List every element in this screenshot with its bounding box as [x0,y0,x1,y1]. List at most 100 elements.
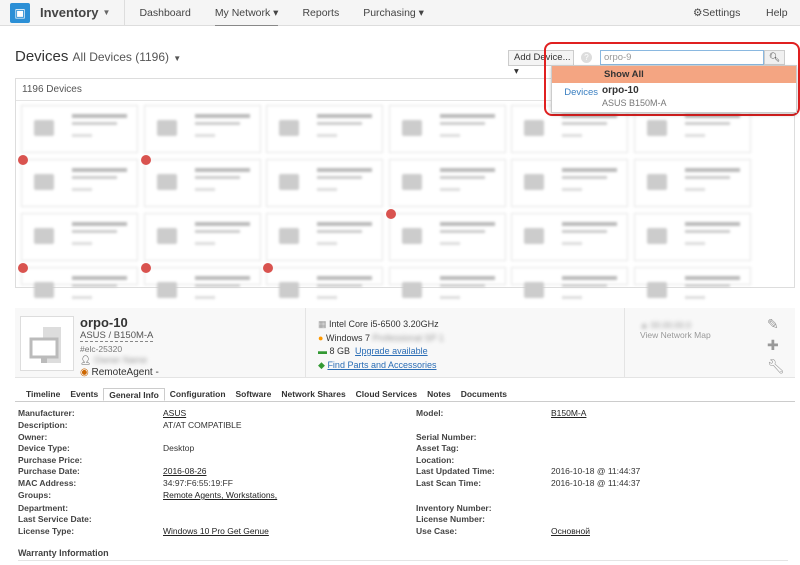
device-tile[interactable] [21,159,138,207]
alert-badge [263,263,273,273]
device-id: #elc-25320 [80,344,123,354]
result-category: Devices [564,87,598,98]
wrench-icon[interactable]: 🔧︎ [767,356,785,377]
settings-link[interactable]: ⚙Settings [693,0,740,26]
plus-icon[interactable]: ✚ [767,335,785,356]
field-value: 2016-10-18 @ 11:44:37 [551,478,641,488]
field-value: AT/AT COMPATIBLE [163,420,242,430]
device-tile[interactable] [633,213,751,261]
device-icon [524,282,544,298]
device-tile[interactable] [143,213,261,261]
help-link[interactable]: Help [766,0,788,26]
tab-network-shares[interactable]: Network Shares [276,388,350,401]
device-icon [279,120,299,136]
chevron-down-icon[interactable]: ▼ [103,8,111,17]
upgrade-link[interactable]: Upgrade available [355,346,428,356]
field-label: Serial Number: [416,432,477,442]
agent-label: RemoteAgent - [91,367,159,378]
nav-dashboard[interactable]: Dashboard [139,0,190,26]
device-tile[interactable] [388,105,506,153]
field-label: Purchase Price: [18,455,83,465]
device-tile[interactable] [266,105,383,153]
tab-documents[interactable]: Documents [456,388,512,401]
device-tile[interactable] [266,267,383,299]
cpu-icon: ▦ [318,319,327,329]
agent: ◉ RemoteAgent - [80,367,159,378]
alert-badge [385,209,396,219]
field-value[interactable]: Windows 10 Pro Get Genue [163,526,269,536]
device-tile[interactable] [633,267,751,299]
device-tile[interactable] [21,105,138,153]
field-value[interactable]: 2016-08-26 [163,466,206,476]
nav-label: My Network [214,6,271,19]
device-tile[interactable] [143,159,261,207]
field-label: License Type: [18,526,75,536]
device-tile[interactable] [388,213,506,261]
edit-icon[interactable]: ✎ [767,314,785,335]
field-label: MAC Address: [18,478,77,488]
tab-events[interactable]: Events [65,388,103,401]
app-title[interactable]: Inventory [40,5,99,20]
tab-cloud-services[interactable]: Cloud Services [351,388,422,401]
nav-purchasing[interactable]: Purchasing ▾ [363,0,424,26]
device-tile[interactable] [388,159,506,207]
os: Windows 7 [325,332,370,343]
field-value[interactable]: B150M-A [551,408,586,418]
device-icon [524,228,544,244]
field-label: Use Case: [416,526,458,536]
device-model[interactable]: ASUS / B150M-A [80,330,154,342]
device-tile[interactable] [266,159,383,207]
device-tile[interactable] [21,267,138,299]
tab-software[interactable]: Software [231,388,277,401]
search-icon: 🔍︎ [768,52,781,62]
search-result[interactable]: Devices orpo-10 ASUS B150M-A [552,83,796,108]
field-label: Groups: [18,490,52,500]
device-icon [646,282,667,298]
field-value[interactable]: Основной [551,526,590,536]
find-parts-link[interactable]: Find Parts and Accessories [327,360,436,370]
device-tile[interactable] [266,213,383,261]
search-input[interactable]: orpo-9 [600,50,764,65]
tab-timeline[interactable]: Timeline [21,388,65,401]
device-tile[interactable] [143,267,261,299]
device-filter[interactable]: All Devices (1196) [73,50,169,64]
device-tile[interactable] [511,267,628,299]
device-tile[interactable] [511,213,628,261]
divider [124,0,126,26]
device-icon [401,174,422,190]
device-icon [524,120,544,136]
search-button[interactable]: 🔍︎ [764,50,785,65]
tab-notes[interactable]: Notes [422,388,456,401]
device-tile[interactable] [143,105,261,153]
device-tile[interactable] [511,159,628,207]
field-value[interactable]: ASUS [163,408,186,418]
help-icon[interactable]: ? [581,52,592,63]
title: Devices [15,48,69,65]
device-icon [34,228,54,244]
show-all-option[interactable]: Show All [552,66,796,83]
add-device-button[interactable]: Add Device... ▾ [508,50,574,77]
device-tile[interactable] [21,213,138,261]
field-label: Owner: [18,432,48,442]
view-network-map-link[interactable]: View Network Map [640,330,711,340]
field-value[interactable]: Remote Agents, Workstations, [163,490,277,500]
field-label: Description: [18,420,68,430]
nav-reports[interactable]: Reports [302,0,339,26]
windows-icon: ● [318,332,324,343]
field-label: Model: [416,408,444,418]
device-tile[interactable] [633,159,751,207]
field-label: Device Type: [18,443,70,453]
field-value: Desktop [163,443,195,453]
device-tile[interactable] [388,267,506,299]
field-value: 2016-10-18 @ 11:44:37 [551,466,641,476]
app-logo-icon[interactable]: ▣ [10,2,30,23]
field-label: Asset Tag: [416,443,459,453]
tab-configuration[interactable]: Configuration [165,388,231,401]
device-icon [156,282,177,298]
gear-icon: ⚙ [693,7,703,19]
field-label: Last Scan Time: [416,478,482,488]
device-icon [279,228,299,244]
device-icon [646,120,667,136]
nav-my-network[interactable]: My Network ▾ [214,0,279,26]
tab-general-info[interactable]: General Info [103,388,165,401]
